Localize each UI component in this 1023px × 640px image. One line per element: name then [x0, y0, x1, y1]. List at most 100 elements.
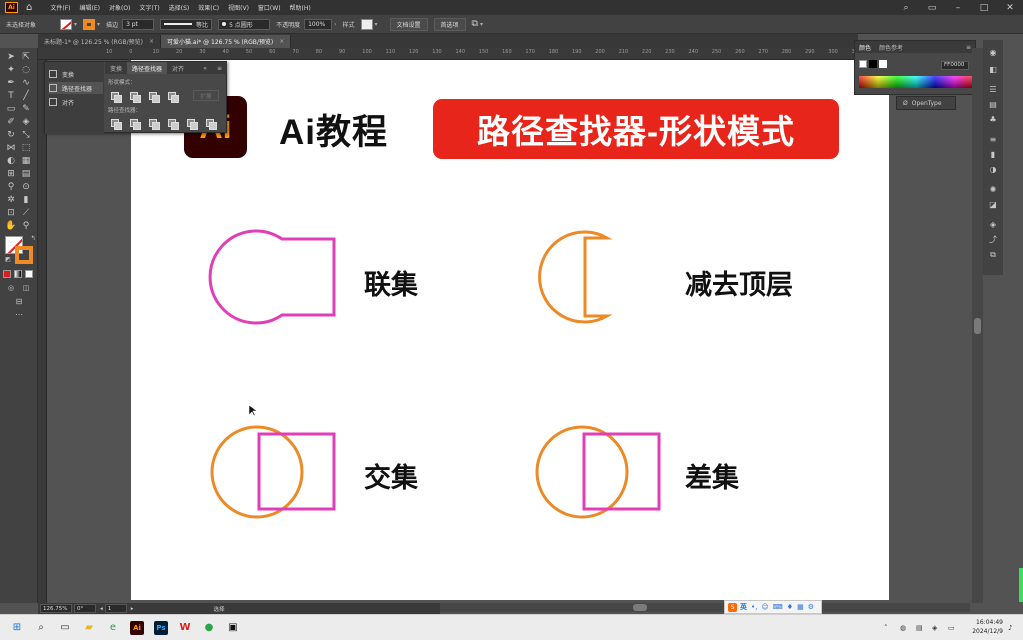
horizontal-scroll-thumb[interactable]: [633, 604, 647, 611]
exclude-button-icon[interactable]: [168, 92, 179, 103]
stroke-label[interactable]: 描边: [106, 20, 118, 29]
system-clock[interactable]: 16:04:49 2024/12/9: [972, 618, 1003, 636]
line-tool-icon[interactable]: ╱: [20, 91, 32, 102]
close-icon[interactable]: ×: [279, 38, 284, 45]
line-profile-dropdown[interactable]: 等比: [160, 18, 213, 30]
tray-app-icon[interactable]: ◍: [900, 624, 906, 632]
menu-file[interactable]: 文件(F): [50, 3, 70, 12]
shape-builder-tool-icon[interactable]: ◐: [5, 156, 17, 167]
workspace-icon[interactable]: ▭: [919, 3, 945, 13]
first-page-icon[interactable]: ◂: [100, 606, 103, 612]
symbol-sprayer-tool-icon[interactable]: ✲: [5, 195, 17, 206]
document-setup-button[interactable]: 文档设置: [389, 17, 428, 31]
preferences-button[interactable]: 首选项: [433, 17, 466, 31]
zoom-tool-icon[interactable]: ⚲: [20, 221, 32, 232]
emoji-icon[interactable]: ☺: [761, 603, 768, 611]
vertical-ruler[interactable]: [38, 60, 47, 603]
swap-fill-stroke-icon[interactable]: ↰: [27, 233, 39, 244]
color-guide-icon[interactable]: ◧: [988, 65, 998, 74]
mesh-tool-icon[interactable]: ⊞: [5, 169, 17, 180]
slice-tool-icon[interactable]: ⟋: [20, 208, 32, 219]
crop-button-icon[interactable]: [168, 119, 179, 130]
black-swatch[interactable]: [869, 60, 877, 68]
maximize-icon[interactable]: □: [971, 3, 997, 13]
dock-item-align[interactable]: 对齐: [49, 96, 103, 108]
tab-pathfinder[interactable]: 路径查找器: [127, 62, 168, 74]
zoom-level-input[interactable]: 126.75%: [40, 604, 72, 613]
graphic-styles-icon[interactable]: ◪: [988, 200, 998, 209]
tray-battery-icon[interactable]: ▭: [948, 624, 955, 632]
keyboard-icon[interactable]: ⌨: [773, 603, 783, 611]
paintbrush-tool-icon[interactable]: ✎: [20, 104, 32, 115]
expand-button[interactable]: 扩展: [193, 90, 219, 101]
column-graph-tool-icon[interactable]: ▮: [20, 195, 32, 206]
chevron-down-icon[interactable]: ▾: [74, 21, 77, 28]
notification-bell-icon[interactable]: ♪: [1008, 624, 1012, 632]
opacity-label[interactable]: 不透明度: [276, 20, 300, 29]
artboard-tool-icon[interactable]: ⊡: [5, 208, 17, 219]
search-icon[interactable]: ⌕: [34, 621, 48, 635]
stroke-swatch[interactable]: [83, 18, 96, 30]
menu-select[interactable]: 选择(S): [169, 3, 190, 12]
illustrator-taskbar-icon[interactable]: Ai: [130, 621, 144, 635]
magic-wand-tool-icon[interactable]: ✦: [5, 65, 17, 76]
export-icon[interactable]: ⤴: [988, 235, 998, 244]
dock-item-transform[interactable]: 变换: [49, 68, 103, 80]
intersect-button-icon[interactable]: [149, 92, 160, 103]
fill-swatch[interactable]: [60, 18, 73, 30]
eraser-tool-icon[interactable]: ◈: [20, 117, 32, 128]
stroke-weight-input[interactable]: 3 pt: [122, 18, 155, 30]
blend-tool-icon[interactable]: ⊙: [20, 182, 32, 193]
chevron-down-icon[interactable]: ▾: [480, 21, 483, 28]
panel-menu-icon[interactable]: ≡: [212, 62, 227, 74]
chevron-down-icon[interactable]: ▾: [375, 21, 378, 28]
horizontal-ruler[interactable]: 10 0 10 20 30 40 50 60 70 80 90 100 110 120 130 140 150 1…: [38, 48, 972, 60]
menu-window[interactable]: 窗口(W): [258, 3, 281, 12]
properties-icon[interactable]: ☰: [988, 85, 998, 94]
wps-office-icon[interactable]: W: [178, 621, 192, 635]
tab-color-guide[interactable]: 颜色参考: [875, 43, 907, 52]
hex-color-input[interactable]: FF0000: [941, 61, 969, 70]
minimize-icon[interactable]: –: [945, 3, 971, 13]
draw-behind-icon[interactable]: ◫: [20, 283, 32, 294]
curvature-tool-icon[interactable]: ∿: [20, 78, 32, 89]
stroke-color-box[interactable]: [15, 246, 33, 264]
color-fill-indicator[interactable]: [859, 60, 867, 68]
free-transform-tool-icon[interactable]: ⬚: [20, 143, 32, 154]
outline-button-icon[interactable]: [187, 119, 198, 130]
unite-button-icon[interactable]: [111, 92, 122, 103]
gradient-tool-icon[interactable]: ▤: [20, 169, 32, 180]
color-spectrum[interactable]: [859, 76, 973, 88]
illustrator-app-icon[interactable]: Ai: [5, 2, 18, 13]
screen-mode-icon[interactable]: ⊟: [13, 296, 25, 307]
white-swatch[interactable]: [879, 60, 887, 68]
settings-icon[interactable]: ⚙: [808, 603, 814, 611]
perspective-grid-tool-icon[interactable]: ▦: [20, 156, 32, 167]
more-tools-icon[interactable]: ⋯: [13, 309, 25, 320]
menu-effect[interactable]: 效果(C): [198, 3, 219, 12]
vertical-scroll-thumb[interactable]: [974, 318, 981, 334]
minus-front-button-icon[interactable]: [130, 92, 141, 103]
divide-button-icon[interactable]: [111, 119, 122, 130]
file-explorer-icon[interactable]: ▰: [82, 621, 96, 635]
opacity-input[interactable]: 100%: [304, 18, 333, 30]
windows-start-icon[interactable]: ⊞: [10, 621, 24, 635]
shaper-tool-icon[interactable]: ✐: [5, 117, 17, 128]
search-icon[interactable]: ⌕: [893, 3, 919, 13]
style-swatch[interactable]: [360, 18, 373, 30]
punctuation-icon[interactable]: •,: [751, 603, 757, 611]
photoshop-taskbar-icon[interactable]: Ps: [154, 621, 168, 635]
tray-network-icon[interactable]: ▤: [916, 624, 923, 632]
eyedropper-tool-icon[interactable]: ⚲: [5, 182, 17, 193]
default-colors-icon[interactable]: ◩: [2, 254, 14, 265]
toolbox-icon[interactable]: ▦: [797, 603, 804, 611]
scale-tool-icon[interactable]: ⤡: [20, 130, 32, 141]
intersect-square[interactable]: [257, 432, 336, 511]
tray-speaker-icon[interactable]: ◈: [932, 624, 937, 632]
none-mode-icon[interactable]: [25, 270, 33, 278]
menu-object[interactable]: 对象(O): [109, 3, 130, 12]
vertical-scrollbar[interactable]: [972, 48, 983, 603]
opentype-panel-button[interactable]: Ø OpenType: [896, 96, 956, 110]
home-icon[interactable]: ⌂: [26, 2, 32, 13]
layers-icon[interactable]: ▤: [988, 100, 998, 109]
